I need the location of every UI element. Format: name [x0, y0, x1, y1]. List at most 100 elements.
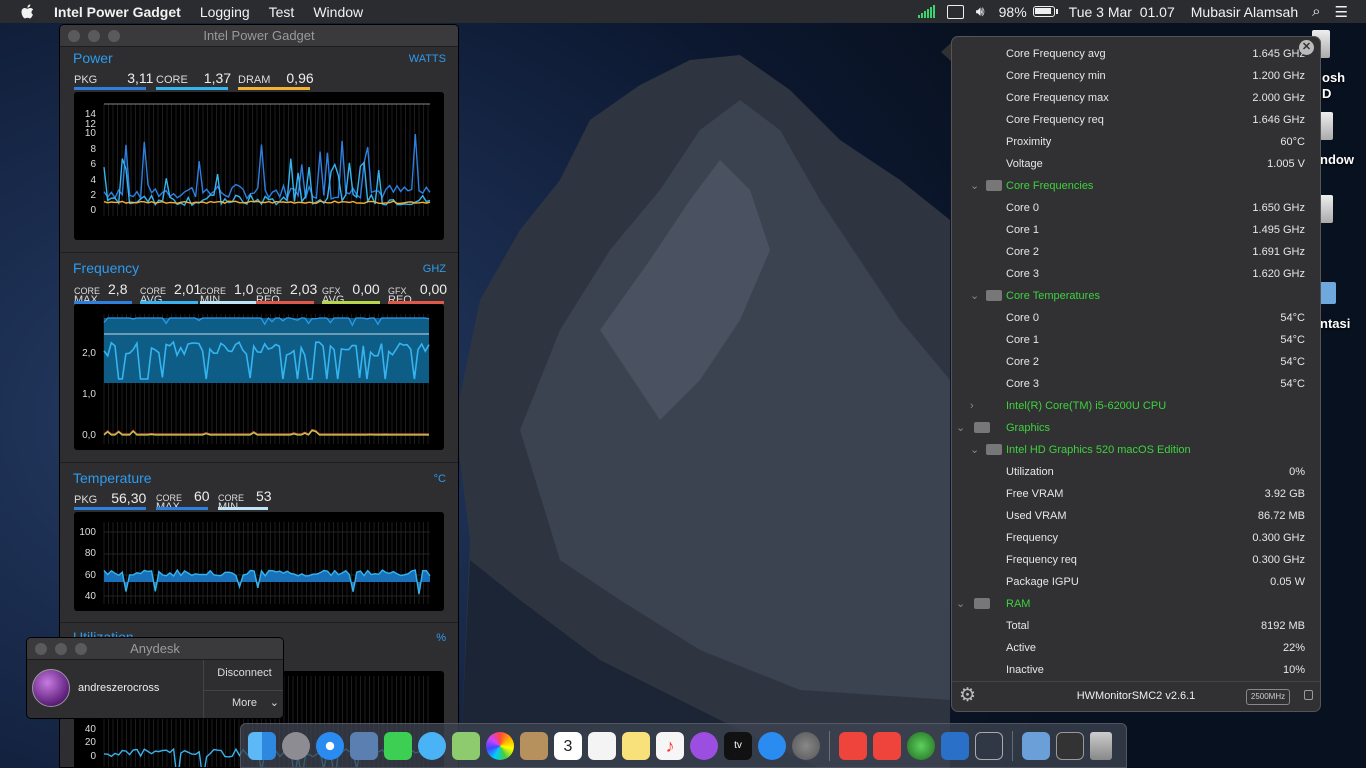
sensor-row[interactable]: Active 22%: [952, 637, 1320, 659]
hwmonitor-popover: Core Frequency avg 1.645 GHz Core Frequenc…: [951, 36, 1321, 712]
folder-icon[interactable]: [1022, 731, 1050, 760]
avatar: [32, 669, 70, 707]
disconnect-button[interactable]: Disconnect: [204, 667, 283, 679]
apple-icon[interactable]: [20, 3, 34, 20]
sensor-row[interactable]: Core 0 1.650 GHz: [952, 197, 1320, 219]
messages-icon[interactable]: [418, 731, 446, 760]
sensor-group-row[interactable]: ⌄ Core Frequencies: [952, 175, 1320, 197]
cpu-frequency-badge[interactable]: 2500MHz: [1246, 689, 1290, 705]
activity-graph-icon[interactable]: [917, 5, 935, 18]
calendar-icon[interactable]: 3: [554, 731, 582, 760]
network-globe-icon[interactable]: [907, 731, 935, 760]
volume-icon[interactable]: 🔊︎: [976, 3, 985, 20]
sensor-row[interactable]: Core Frequency req 1.646 GHz: [952, 109, 1320, 131]
menu-test[interactable]: Test: [269, 4, 295, 20]
y-tick-label: 1,0: [82, 389, 96, 400]
contacts-icon[interactable]: [520, 731, 548, 760]
frequency-chart: 2,0 1,0 0,0: [74, 304, 444, 450]
app-menu[interactable]: Intel Power Gadget: [54, 4, 181, 20]
sensor-row[interactable]: Free VRAM 3.92 GB: [952, 483, 1320, 505]
lock-icon[interactable]: [1304, 690, 1313, 700]
trash-icon[interactable]: [1090, 731, 1112, 760]
sensor-row[interactable]: Used VRAM 86.72 MB: [952, 505, 1320, 527]
podcasts-icon[interactable]: [690, 731, 718, 760]
y-tick-label: 20: [85, 737, 97, 748]
photos-icon[interactable]: [486, 731, 514, 760]
clock[interactable]: Tue 3 Mar 01.07: [1069, 4, 1175, 20]
tv-icon[interactable]: tv: [724, 731, 752, 760]
sensor-row[interactable]: Core 3 1.620 GHz: [952, 263, 1320, 285]
power-chart: 14 12 10 8 6 4 2 0: [74, 92, 444, 240]
chevron-down-icon[interactable]: ⌄: [970, 175, 979, 197]
sensor-row[interactable]: Core Frequency min 1.200 GHz: [952, 65, 1320, 87]
sensor-group-row[interactable]: ⌄ Core Temperatures: [952, 285, 1320, 307]
sensor-row[interactable]: Core Frequency avg 1.645 GHz: [952, 43, 1320, 65]
sensor-row[interactable]: Core 2 1.691 GHz: [952, 241, 1320, 263]
zoom-window-button[interactable]: [75, 643, 87, 655]
sensor-row[interactable]: Core 3 54°C: [952, 373, 1320, 395]
sensor-row[interactable]: Core 0 54°C: [952, 307, 1320, 329]
sensor-row[interactable]: Frequency 0.300 GHz: [952, 527, 1320, 549]
maps-icon[interactable]: [452, 731, 480, 760]
safari-icon[interactable]: [316, 731, 344, 760]
desktop-icon-label: ndow: [1320, 152, 1354, 167]
sensor-row[interactable]: Package IGPU 0.05 W: [952, 571, 1320, 593]
window-titlebar[interactable]: Anydesk: [27, 638, 283, 660]
sensor-row[interactable]: Frequency req 0.300 GHz: [952, 549, 1320, 571]
sensor-group-row[interactable]: › Intel(R) Core(TM) i5-6200U CPU: [952, 395, 1320, 417]
reminders-icon[interactable]: [588, 731, 616, 760]
user-name[interactable]: Mubasir Alamsah: [1191, 4, 1298, 20]
sensor-row[interactable]: Core 2 54°C: [952, 351, 1320, 373]
window-title: Anydesk: [130, 641, 180, 656]
sensor-row[interactable]: Total 8192 MB: [952, 615, 1320, 637]
minimize-window-button[interactable]: [55, 643, 67, 655]
more-button[interactable]: More ⌄: [204, 697, 283, 709]
launchpad-icon[interactable]: [282, 731, 310, 760]
monitor-icon[interactable]: [946, 4, 964, 19]
power-gadget-icon[interactable]: [941, 731, 969, 760]
menu-logging[interactable]: Logging: [200, 4, 250, 20]
close-window-button[interactable]: [68, 30, 80, 42]
sensor-group-row[interactable]: ⌄ Graphics: [952, 417, 1320, 439]
chevron-right-icon[interactable]: ›: [970, 395, 974, 417]
y-tick-label: 8: [90, 144, 96, 155]
section-title: Frequency: [73, 260, 140, 276]
close-icon[interactable]: ✕: [1299, 40, 1314, 55]
sensor-row[interactable]: Core Frequency max 2.000 GHz: [952, 87, 1320, 109]
sensor-row[interactable]: Proximity 60°C: [952, 131, 1320, 153]
battery-icon[interactable]: [1032, 6, 1058, 17]
y-tick-label: 40: [85, 724, 97, 735]
sensor-row[interactable]: Voltage 1.005 V: [952, 153, 1320, 175]
close-window-button[interactable]: [35, 643, 47, 655]
window-titlebar[interactable]: Intel Power Gadget: [60, 25, 458, 47]
core-power-line: [103, 158, 431, 207]
notes-icon[interactable]: [622, 731, 650, 760]
sensor-row[interactable]: Inactive 10%: [952, 659, 1320, 681]
sensor-row[interactable]: Core 1 1.495 GHz: [952, 219, 1320, 241]
anydesk-icon[interactable]: [873, 731, 901, 760]
chevron-down-icon[interactable]: ⌄: [956, 417, 965, 439]
usb-icon[interactable]: [975, 731, 1003, 760]
search-icon[interactable]: ⌕: [1312, 3, 1320, 20]
music-icon[interactable]: ♪: [656, 731, 684, 760]
sensor-row[interactable]: Core 1 54°C: [952, 329, 1320, 351]
device-icon: [974, 598, 990, 609]
sensor-group-row[interactable]: ⌄ RAM: [952, 593, 1320, 615]
preview-icon[interactable]: [350, 731, 378, 760]
minimize-window-button[interactable]: [88, 30, 100, 42]
battery-percent: 98%: [998, 3, 1027, 20]
system-preferences-icon[interactable]: [792, 731, 820, 760]
screenshot-icon[interactable]: [1056, 731, 1084, 760]
chevron-down-icon[interactable]: ⌄: [956, 593, 965, 615]
sensor-row[interactable]: Utilization 0%: [952, 461, 1320, 483]
zoom-window-button[interactable]: [108, 30, 120, 42]
menu-window[interactable]: Window: [313, 4, 363, 20]
list-menu-icon[interactable]: ☰: [1335, 3, 1348, 21]
sensor-group-row[interactable]: ⌄ Intel HD Graphics 520 macOS Edition: [952, 439, 1320, 461]
chevron-down-icon[interactable]: ⌄: [970, 285, 979, 307]
finder-icon[interactable]: [248, 731, 276, 760]
app-store-icon[interactable]: [758, 731, 786, 760]
anydesk-icon[interactable]: [839, 731, 867, 760]
facetime-icon[interactable]: [384, 731, 412, 760]
chevron-down-icon[interactable]: ⌄: [970, 439, 979, 461]
